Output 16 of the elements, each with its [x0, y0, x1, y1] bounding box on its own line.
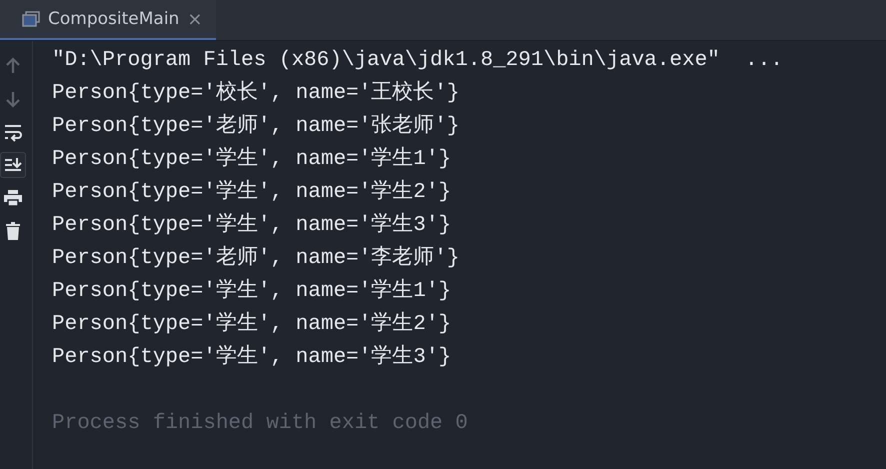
output-line: Person{type='老师', name='李老师'}: [52, 247, 460, 270]
close-icon[interactable]: ×: [187, 8, 202, 30]
output-line: Person{type='学生', name='学生3'}: [52, 346, 452, 369]
console-tab[interactable]: CompositeMain ×: [0, 0, 216, 40]
tab-title: CompositeMain: [48, 9, 180, 29]
output-line: Person{type='学生', name='学生1'}: [52, 148, 452, 171]
exit-message: Process finished with exit code 0: [52, 412, 468, 435]
output-line: Person{type='学生', name='学生1'}: [52, 280, 452, 303]
output-line: Person{type='学生', name='学生3'}: [52, 214, 452, 237]
output-line: Person{type='学生', name='学生2'}: [52, 181, 452, 204]
command-line: "D:\Program Files (x86)\java\jdk1.8_291\bin\java.exe" ...: [52, 49, 783, 72]
window-icon: [22, 11, 40, 27]
scroll-to-end-icon[interactable]: [0, 152, 26, 178]
output-line: Person{type='学生', name='学生2'}: [52, 313, 452, 336]
output-line: Person{type='老师', name='张老师'}: [52, 115, 460, 138]
output-line: Person{type='校长', name='王校长'}: [52, 82, 460, 105]
